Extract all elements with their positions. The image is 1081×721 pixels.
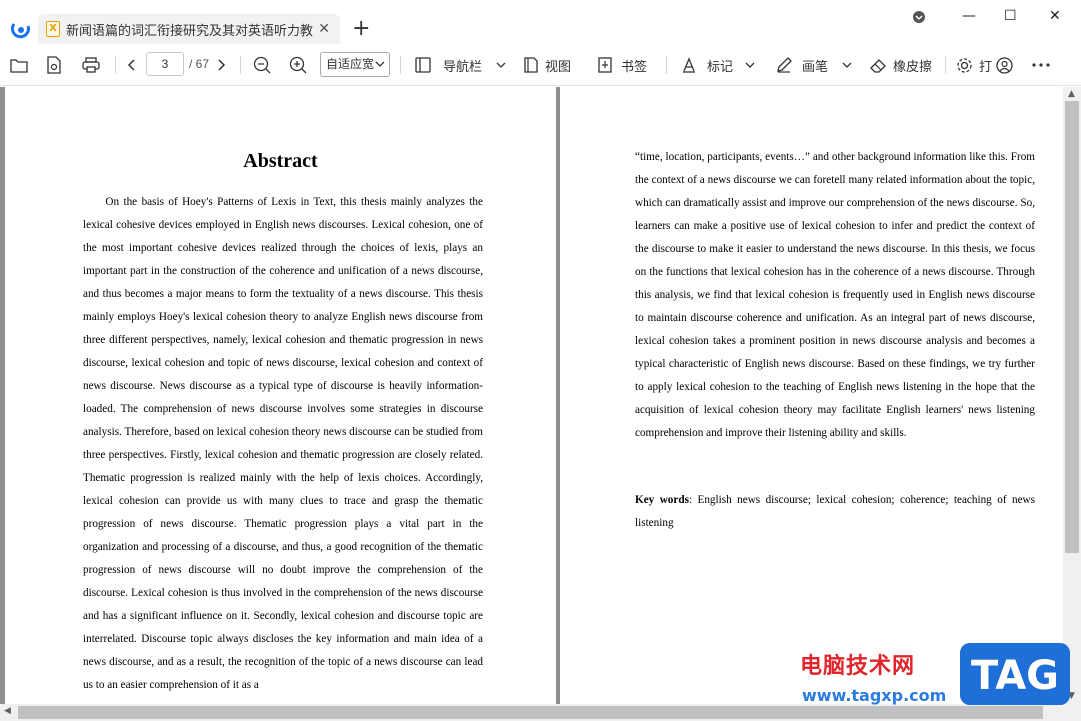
page-total: / 67 [189, 57, 210, 71]
zoom-in-icon[interactable] [289, 56, 307, 74]
chevron-down-icon[interactable] [745, 60, 755, 70]
minimize-button[interactable]: — [962, 8, 976, 24]
eraser-button[interactable]: 橡皮擦 [870, 56, 932, 74]
watermark-url: www.tagxp.com [802, 686, 947, 705]
pdf-file-icon: X [46, 21, 60, 37]
more-options-icon[interactable] [1032, 56, 1050, 74]
vertical-scrollbar[interactable]: ▲ ▼ [1063, 87, 1081, 704]
watermark-badge-text: TAG [971, 653, 1059, 699]
prev-page-icon[interactable] [127, 56, 137, 74]
close-tab-icon[interactable]: ✕ [318, 21, 330, 37]
account-dropdown-icon[interactable] [912, 10, 926, 28]
pdf-page-right: “time, location, participants, events…” … [560, 87, 1063, 704]
app-logo-icon[interactable] [10, 18, 32, 40]
scroll-up-icon[interactable]: ▲ [1068, 89, 1075, 99]
view-button[interactable]: 视图 [523, 56, 571, 74]
mark-button[interactable]: 标记 [681, 56, 755, 74]
toolbar-divider [666, 56, 667, 74]
zoom-level-value: 自适应宽 [326, 57, 375, 71]
document-tab[interactable]: X 新闻语篇的词汇衔接研究及其对英语听力教... ✕ [38, 14, 340, 44]
eraser-label: 橡皮擦 [893, 58, 933, 74]
zoom-level-select[interactable]: 自适应宽 [320, 52, 390, 77]
document-viewer[interactable]: Abstract On the basis of Hoey's Patterns… [0, 87, 1063, 704]
nav-panel-button[interactable]: 导航栏 [415, 56, 506, 74]
toolbar-divider [115, 56, 116, 74]
toolbar-divider [400, 56, 401, 74]
scroll-left-icon[interactable]: ◀ [4, 706, 11, 716]
pen-icon [777, 57, 792, 73]
keywords-line: Key words: English news discourse; lexic… [635, 489, 1035, 535]
right-page-paragraph: “time, location, participants, events…” … [635, 151, 1035, 439]
chevron-down-icon[interactable] [842, 60, 852, 70]
highlighter-icon [683, 57, 695, 73]
left-page-paragraph: On the basis of Hoey's Patterns of Lexis… [83, 196, 483, 691]
zoom-out-icon[interactable] [253, 56, 271, 74]
next-page-icon[interactable] [216, 56, 226, 74]
horizontal-scrollbar[interactable]: ◀ [0, 704, 1063, 721]
user-account-icon[interactable] [996, 56, 1013, 74]
gear-icon [957, 57, 972, 73]
pdf-page-left: Abstract On the basis of Hoey's Patterns… [5, 87, 556, 704]
brush-label: 画笔 [802, 58, 829, 74]
chevron-down-icon[interactable] [496, 60, 506, 70]
page-number-input[interactable]: 3 [146, 52, 184, 76]
toolbar-divider [945, 56, 946, 74]
chevron-down-icon [375, 53, 385, 83]
horizontal-scroll-thumb[interactable] [18, 706, 1043, 719]
keywords-label: Key words [635, 494, 689, 506]
tab-title: 新闻语篇的词汇衔接研究及其对英语听力教... [66, 22, 314, 38]
export-file-icon[interactable] [46, 56, 62, 74]
toolbar: 3 / 67 自适应宽 导航栏 视图 书签 标记 画笔 橡皮擦 打 [0, 44, 1081, 86]
view-icon [524, 57, 538, 73]
eraser-icon [870, 59, 886, 73]
title-bar: X 新闻语篇的词汇衔接研究及其对英语听力教... ✕ + — ☐ ✕ [0, 0, 1081, 44]
toolbar-divider [240, 56, 241, 74]
watermark-site-name: 电脑技术网 [800, 654, 916, 679]
keywords-text: : English news discourse; lexical cohesi… [635, 494, 1035, 529]
print-icon[interactable] [82, 56, 100, 74]
open-folder-icon[interactable] [10, 56, 28, 74]
brush-button[interactable]: 画笔 [776, 56, 852, 74]
bookmark-icon [598, 57, 612, 73]
mark-label: 标记 [707, 58, 734, 74]
close-window-button[interactable]: ✕ [1049, 8, 1061, 24]
settings-label: 打 [979, 58, 993, 74]
settings-button[interactable]: 打 [956, 56, 992, 74]
bookmark-button[interactable]: 书签 [597, 56, 647, 74]
new-tab-button[interactable]: + [352, 18, 370, 40]
view-label: 视图 [545, 58, 572, 74]
sidebar-icon [415, 57, 431, 73]
bookmark-label: 书签 [621, 58, 648, 74]
scrollbar-corner [1063, 704, 1081, 721]
nav-panel-label: 导航栏 [443, 58, 483, 74]
vertical-scroll-thumb[interactable] [1065, 101, 1079, 553]
maximize-button[interactable]: ☐ [1004, 8, 1017, 24]
watermark-tag-logo: TAG [960, 643, 1070, 705]
page-heading: Abstract [243, 150, 318, 172]
